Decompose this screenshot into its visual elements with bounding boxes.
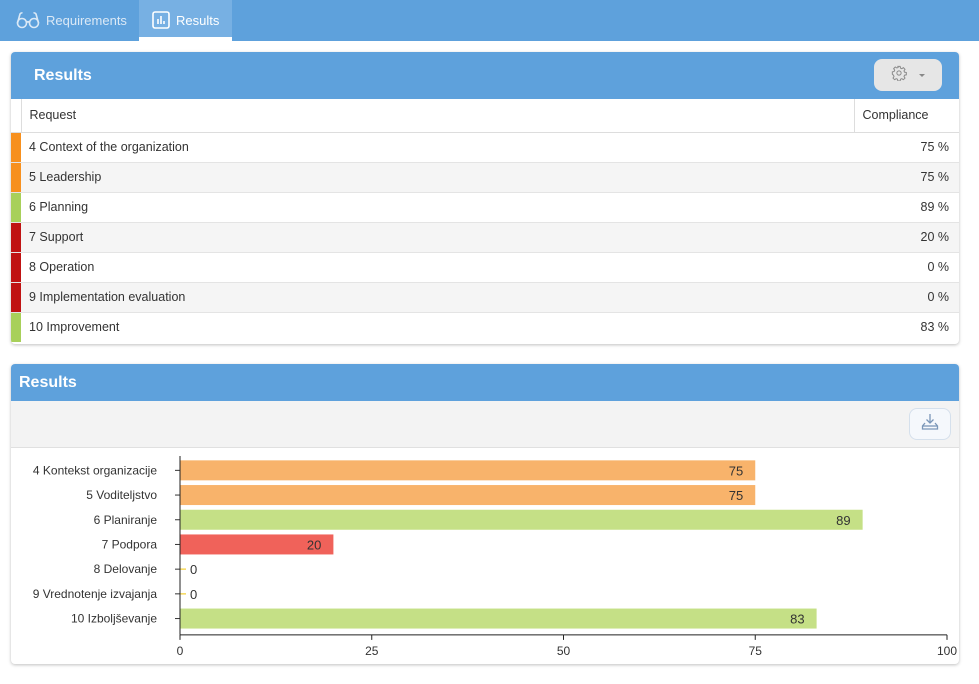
status-color-indicator — [11, 252, 21, 283]
compliance-cell: 89 % — [854, 192, 959, 223]
tab-results[interactable]: Results — [139, 0, 232, 41]
bar — [180, 460, 756, 481]
data-label: 75 — [729, 463, 743, 478]
data-label: 89 — [836, 513, 850, 528]
category-label: 5 Voditeljstvo — [86, 488, 157, 502]
compliance-cell: 75 % — [854, 162, 959, 193]
request-cell: 8 Operation — [21, 252, 854, 283]
category-label: 7 Podpora — [102, 537, 158, 551]
bar — [180, 485, 756, 506]
category-label: 6 Planiranje — [94, 513, 158, 527]
request-cell: 9 Implementation evaluation — [21, 282, 854, 313]
glasses-icon — [16, 11, 40, 29]
chart-svg: 4 Kontekst organizacije 75 5 Voditeljstvo 7… — [33, 456, 957, 658]
compliance-cell: 20 % — [854, 222, 959, 253]
data-label: 0 — [190, 562, 197, 577]
compliance-cell: 0 % — [854, 252, 959, 283]
request-cell: 7 Support — [21, 222, 854, 253]
tab-requirements[interactable]: Requirements — [16, 0, 127, 40]
category-label: 10 Izboljševanje — [71, 612, 157, 626]
compliance-cell: 83 % — [920, 320, 950, 335]
results-table-panel: Results Request Compliance 4 Context of … — [11, 52, 959, 344]
bar-chart-icon — [152, 11, 170, 29]
results-chart-panel: Results 4 Kontekst organizacije 75 5 Vodit… — [11, 364, 959, 664]
results-table: Request Compliance 4 Context of the orga… — [11, 99, 959, 342]
category-label: 4 Kontekst organizacije — [33, 463, 157, 477]
chevron-down-icon — [919, 73, 925, 77]
column-header-request[interactable]: Request — [21, 99, 854, 133]
category-label: 8 Delovanje — [94, 562, 158, 576]
status-color-header — [11, 99, 22, 133]
table-header-row: Request Compliance — [11, 99, 959, 133]
status-color-indicator — [11, 162, 21, 193]
data-label: 75 — [729, 488, 743, 503]
table-row[interactable]: 9 Implementation evaluation 0 % — [11, 282, 959, 313]
request-cell: 6 Planning — [21, 192, 854, 223]
data-label: 20 — [307, 537, 321, 552]
status-color-indicator — [11, 282, 21, 313]
x-tick-label: 25 — [365, 644, 379, 658]
compliance-cell: 0 % — [854, 282, 959, 313]
status-color-indicator — [11, 192, 21, 223]
column-header-compliance[interactable]: Compliance — [853, 99, 959, 133]
request-cell: 5 Leadership — [21, 162, 854, 193]
table-row[interactable]: 5 Leadership 75 % — [11, 162, 959, 193]
request-cell: 4 Context of the organization — [21, 132, 854, 163]
compliance-cell: 75 % — [854, 132, 959, 163]
x-tick-label: 75 — [749, 644, 763, 658]
table-row[interactable]: 6 Planning 89 % — [11, 192, 959, 223]
status-color-indicator — [11, 222, 21, 253]
download-button[interactable] — [909, 408, 951, 440]
table-row[interactable]: 7 Support 20 % — [11, 222, 959, 253]
settings-dropdown-button[interactable] — [874, 59, 942, 91]
gear-icon — [891, 65, 907, 86]
panel-title: Results — [34, 66, 92, 84]
download-icon — [921, 413, 939, 436]
x-tick-label: 100 — [937, 644, 957, 658]
tab-results-label: Results — [176, 12, 220, 28]
panel-title: Results — [19, 373, 77, 391]
top-nav-bar: Requirements Results — [0, 0, 979, 41]
table-row[interactable]: 10 Improvement 83 % — [11, 312, 959, 342]
chart-toolbar — [11, 401, 959, 448]
results-chart-header: Results — [11, 364, 959, 401]
bar — [180, 509, 863, 530]
data-label: 0 — [190, 587, 197, 602]
table-row[interactable]: 8 Operation 0 % — [11, 252, 959, 283]
x-tick-label: 50 — [557, 644, 571, 658]
table-row[interactable]: 4 Context of the organization 75 % — [11, 132, 959, 163]
compliance-bar-chart: 4 Kontekst organizacije 75 5 Voditeljstvo 7… — [11, 448, 959, 664]
category-label: 9 Vrednotenje izvajanja — [33, 587, 158, 601]
status-color-indicator — [11, 132, 21, 163]
x-tick-label: 0 — [177, 644, 184, 658]
status-color-indicator — [11, 312, 21, 342]
data-label: 83 — [790, 612, 804, 627]
bar — [180, 608, 817, 629]
request-cell: 10 Improvement — [29, 320, 120, 335]
tab-requirements-label: Requirements — [46, 12, 127, 28]
results-table-header: Results — [11, 52, 959, 99]
